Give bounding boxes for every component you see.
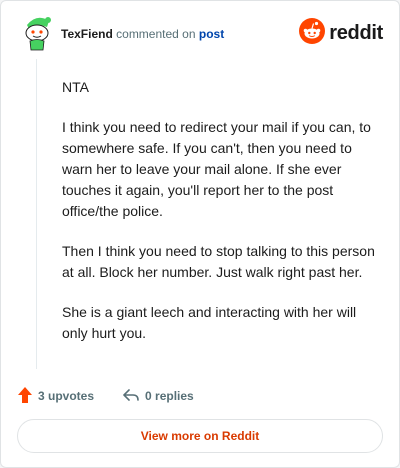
view-more-button[interactable]: View more on Reddit [17, 419, 383, 453]
reddit-logo-icon [299, 17, 326, 49]
upvote-arrow-icon [17, 386, 38, 407]
comment-embed-card: TexFiend commented on post reddit NTA I … [0, 0, 400, 468]
post-link[interactable]: post [199, 27, 224, 41]
reply-button[interactable]: 0 replies [122, 387, 194, 406]
upvote-count: 3 upvotes [38, 389, 95, 403]
author-line: TexFiend commented on post [61, 27, 224, 41]
comment-header: TexFiend commented on post reddit [21, 15, 383, 55]
action-text: commented on [116, 27, 196, 41]
reddit-brand[interactable]: reddit [299, 17, 383, 49]
comment-actions: 3 upvotes 0 replies [17, 385, 222, 407]
comment-body: NTA I think you need to redirect your ma… [62, 77, 382, 363]
comment-paragraph: I think you need to redirect your mail i… [62, 119, 371, 219]
comment-paragraph: NTA [62, 79, 89, 95]
comment-paragraph: She is a giant leech and interacting wit… [62, 304, 357, 341]
thread-line [36, 59, 37, 369]
upvote-button[interactable]: 3 upvotes [17, 386, 94, 407]
author-username[interactable]: TexFiend [61, 27, 113, 41]
comment-paragraph: Then I think you need to stop talking to… [62, 243, 375, 280]
reddit-wordmark: reddit [329, 21, 383, 44]
reply-icon [122, 387, 145, 406]
reply-count: 0 replies [145, 389, 194, 403]
user-avatar-icon[interactable] [21, 15, 53, 51]
